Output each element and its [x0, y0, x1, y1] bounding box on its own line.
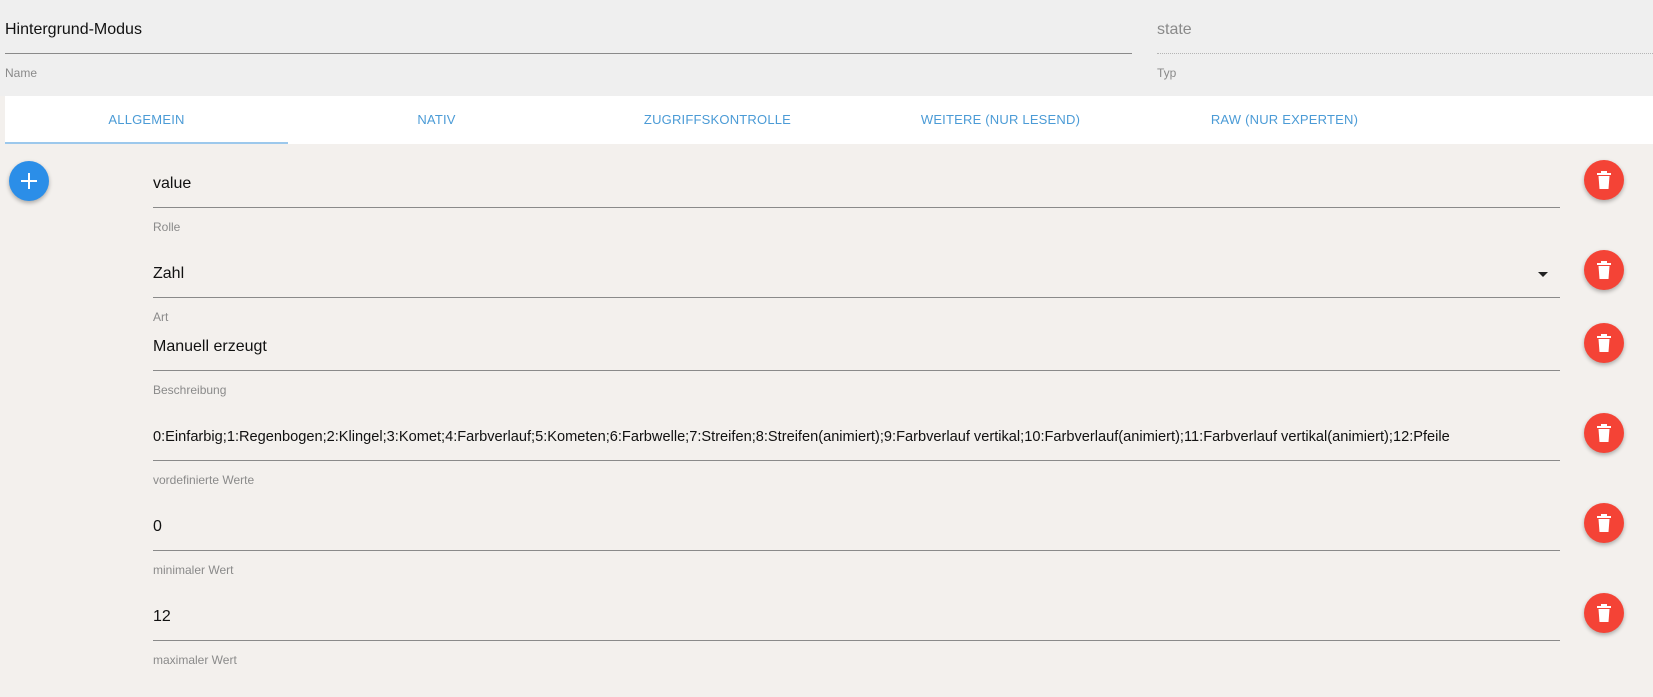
field-row-vordefinierte-werte: 0:Einfarbig;1:Regenbogen;2:Klingel;3:Kom… [153, 427, 1560, 517]
name-underline [5, 53, 1132, 54]
plus-icon [21, 173, 37, 189]
field-underline [153, 370, 1560, 371]
name-input[interactable]: Hintergrund-Modus [5, 20, 142, 40]
field-underline [153, 550, 1560, 551]
type-value: state [1157, 21, 1192, 38]
trash-icon [1597, 604, 1611, 622]
object-header: Hintergrund-Modus Name state Typ [0, 0, 1653, 96]
vordefinierte-werte-input[interactable]: 0:Einfarbig;1:Regenbogen;2:Klingel;3:Kom… [153, 427, 1450, 447]
beschreibung-label: Beschreibung [153, 383, 227, 397]
delete-vordefinierte-werte-button[interactable] [1584, 413, 1624, 453]
trash-icon [1597, 424, 1611, 442]
name-label: Name [5, 66, 38, 80]
field-underline [153, 640, 1560, 641]
field-underline [153, 460, 1560, 461]
trash-icon [1597, 171, 1611, 189]
maximaler-wert-label: maximaler Wert [153, 653, 237, 667]
rolle-input[interactable]: value [153, 174, 191, 194]
minimaler-wert-input[interactable]: 0 [153, 517, 162, 537]
active-tab-indicator [5, 142, 288, 144]
rolle-label: Rolle [153, 220, 181, 234]
trash-icon [1597, 261, 1611, 279]
delete-rolle-button[interactable] [1584, 160, 1624, 200]
trash-icon [1597, 514, 1611, 532]
field-underline [153, 297, 1560, 298]
vordefinierte-werte-label: vordefinierte Werte [153, 473, 255, 487]
field-underline [153, 207, 1560, 208]
type-underline [1157, 53, 1653, 54]
chevron-down-icon[interactable] [1538, 272, 1548, 277]
tab-bar: ALLGEMEIN NATIV ZUGRIFFSKONTROLLE WEITER… [5, 96, 1653, 144]
tab-allgemein[interactable]: ALLGEMEIN [5, 96, 288, 144]
minimaler-wert-label: minimaler Wert [153, 563, 234, 577]
tab-weitere[interactable]: WEITERE (NUR LESEND) [859, 96, 1142, 144]
art-select[interactable]: Zahl [153, 264, 184, 284]
add-field-button[interactable] [9, 161, 49, 201]
trash-icon [1597, 334, 1611, 352]
tab-raw[interactable]: RAW (NUR EXPERTEN) [1143, 96, 1426, 144]
maximaler-wert-input[interactable]: 12 [153, 607, 171, 627]
field-row-maximaler-wert: 12 maximaler Wert [153, 607, 1560, 697]
delete-beschreibung-button[interactable] [1584, 323, 1624, 363]
field-row-beschreibung: Manuell erzeugt Beschreibung [153, 337, 1560, 427]
type-label: Typ [1157, 66, 1177, 80]
field-row-minimaler-wert: 0 minimaler Wert [153, 517, 1560, 607]
delete-art-button[interactable] [1584, 250, 1624, 290]
art-label: Art [153, 310, 169, 324]
delete-maximaler-wert-button[interactable] [1584, 593, 1624, 633]
beschreibung-input[interactable]: Manuell erzeugt [153, 337, 267, 357]
delete-minimaler-wert-button[interactable] [1584, 503, 1624, 543]
field-row-rolle: value Rolle [153, 174, 1560, 264]
tab-zugriffskontrolle[interactable]: ZUGRIFFSKONTROLLE [576, 96, 859, 144]
tab-nativ[interactable]: NATIV [295, 96, 578, 144]
